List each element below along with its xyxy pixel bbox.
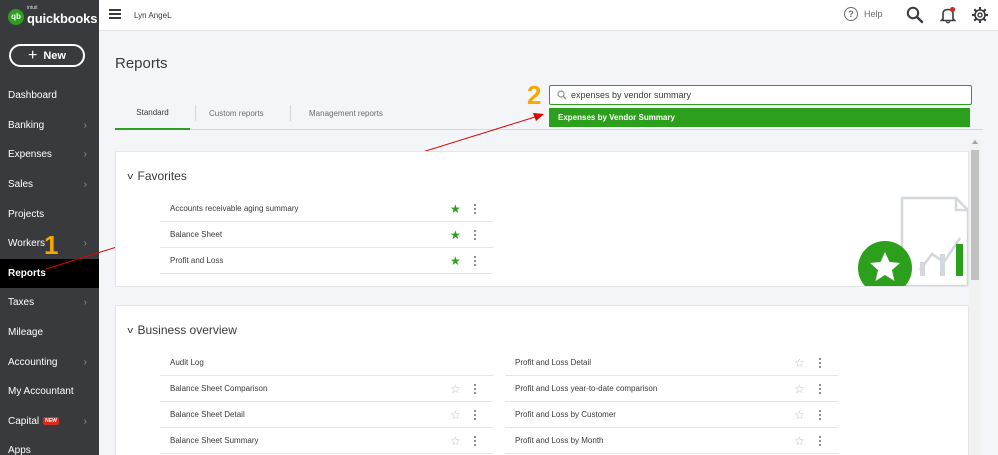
business-overview-card: v Business overview Audit Log Balance Sh… bbox=[115, 305, 969, 455]
more-options-icon[interactable] bbox=[819, 436, 822, 448]
more-options-icon[interactable] bbox=[474, 204, 477, 216]
more-options-icon[interactable] bbox=[474, 256, 477, 268]
chevron-down-icon: v bbox=[127, 325, 134, 335]
list-item[interactable]: Accounts receivable aging summary ★ bbox=[160, 196, 493, 222]
star-outline-icon[interactable]: ☆ bbox=[794, 357, 805, 369]
list-item[interactable]: Balance Sheet ★ bbox=[160, 222, 493, 248]
business-overview-header[interactable]: v Business overview bbox=[127, 323, 237, 337]
star-filled-icon[interactable]: ★ bbox=[450, 229, 461, 241]
report-link[interactable]: Accounts receivable aging summary bbox=[170, 204, 299, 213]
section-title: Business overview bbox=[137, 323, 237, 337]
section-title: Favorites bbox=[137, 169, 187, 183]
list-item[interactable]: Profit and Loss by Month ☆ bbox=[505, 428, 838, 454]
annotation-step-1: 1 bbox=[44, 230, 59, 260]
report-link[interactable]: Profit and Loss by Customer bbox=[515, 410, 616, 419]
scrollbar-thumb[interactable] bbox=[971, 150, 979, 280]
favorites-illustration-icon bbox=[858, 196, 968, 286]
report-link[interactable]: Profit and Loss by Month bbox=[515, 436, 604, 445]
more-options-icon[interactable] bbox=[474, 436, 477, 448]
star-outline-icon[interactable]: ☆ bbox=[450, 435, 461, 447]
list-item[interactable]: Balance Sheet Detail ☆ bbox=[160, 402, 493, 428]
report-link[interactable]: Audit Log bbox=[170, 358, 204, 367]
annotation-step-2: 2 bbox=[527, 80, 542, 110]
report-link[interactable]: Balance Sheet Comparison bbox=[170, 384, 267, 393]
star-outline-icon[interactable]: ☆ bbox=[794, 435, 805, 447]
more-options-icon[interactable] bbox=[474, 384, 477, 396]
more-options-icon[interactable] bbox=[819, 384, 822, 396]
star-outline-icon[interactable]: ☆ bbox=[450, 409, 461, 421]
list-item[interactable]: Audit Log bbox=[160, 350, 493, 376]
scroll-up-arrow-icon[interactable] bbox=[972, 140, 978, 144]
more-options-icon[interactable] bbox=[819, 410, 822, 422]
favorites-card: v Favorites Accounts receivable aging su… bbox=[115, 151, 969, 287]
more-options-icon[interactable] bbox=[819, 358, 822, 370]
list-item[interactable]: Profit and Loss Detail ☆ bbox=[505, 350, 838, 376]
list-item[interactable]: Profit and Loss year-to-date comparison … bbox=[505, 376, 838, 402]
report-link[interactable]: Profit and Loss Detail bbox=[515, 358, 591, 367]
star-outline-icon[interactable]: ☆ bbox=[450, 383, 461, 395]
list-item[interactable]: Balance Sheet Comparison ☆ bbox=[160, 376, 493, 402]
star-filled-icon[interactable]: ★ bbox=[450, 255, 461, 267]
report-link[interactable]: Balance Sheet Summary bbox=[170, 436, 259, 445]
more-options-icon[interactable] bbox=[474, 410, 477, 422]
more-options-icon[interactable] bbox=[474, 230, 477, 242]
report-link[interactable]: Profit and Loss year-to-date comparison bbox=[515, 384, 657, 393]
star-outline-icon[interactable]: ☆ bbox=[794, 383, 805, 395]
chevron-down-icon: v bbox=[127, 171, 134, 181]
list-item[interactable]: Balance Sheet Summary ☆ bbox=[160, 428, 493, 454]
report-link[interactable]: Balance Sheet bbox=[170, 230, 222, 239]
favorites-header[interactable]: v Favorites bbox=[127, 169, 187, 183]
report-link[interactable]: Balance Sheet Detail bbox=[170, 410, 245, 419]
list-item[interactable]: Profit and Loss by Customer ☆ bbox=[505, 402, 838, 428]
star-outline-icon[interactable]: ☆ bbox=[794, 409, 805, 421]
report-link[interactable]: Profit and Loss bbox=[170, 256, 223, 265]
list-item[interactable]: Profit and Loss ★ bbox=[160, 248, 493, 274]
star-filled-icon[interactable]: ★ bbox=[450, 203, 461, 215]
